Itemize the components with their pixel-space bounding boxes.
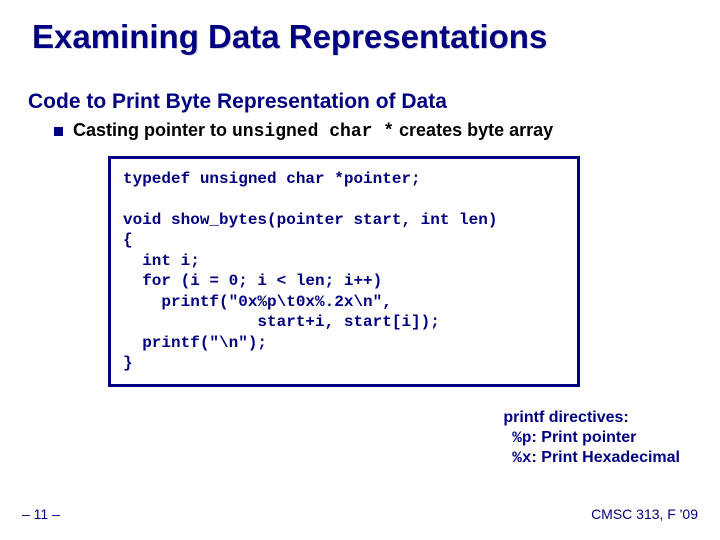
directive-code: %p xyxy=(512,429,531,447)
directive-text: Print pointer xyxy=(541,429,636,446)
bullet-pre: Casting pointer to xyxy=(73,120,232,140)
bullet-post: creates byte array xyxy=(394,120,553,140)
square-bullet-icon xyxy=(54,127,63,136)
slide-subtitle: Code to Print Byte Representation of Dat… xyxy=(0,60,720,114)
code-block: typedef unsigned char *pointer; void sho… xyxy=(108,156,580,387)
directive-code: %x xyxy=(512,449,531,467)
bullet-text: Casting pointer to unsigned char * creat… xyxy=(73,120,553,142)
directives-heading: printf directives: xyxy=(503,408,680,428)
directive-line: %p: Print pointer xyxy=(503,428,680,448)
page-number: – 11 – xyxy=(22,506,60,522)
bullet-code: unsigned char * xyxy=(232,122,394,142)
directive-line: %x: Print Hexadecimal xyxy=(503,448,680,468)
directive-text: Print Hexadecimal xyxy=(541,449,680,466)
slide-title: Examining Data Representations xyxy=(0,0,720,60)
course-label: CMSC 313, F '09 xyxy=(591,506,698,522)
bullet-item: Casting pointer to unsigned char * creat… xyxy=(0,114,720,142)
printf-directives: printf directives: %p: Print pointer %x:… xyxy=(503,408,680,468)
